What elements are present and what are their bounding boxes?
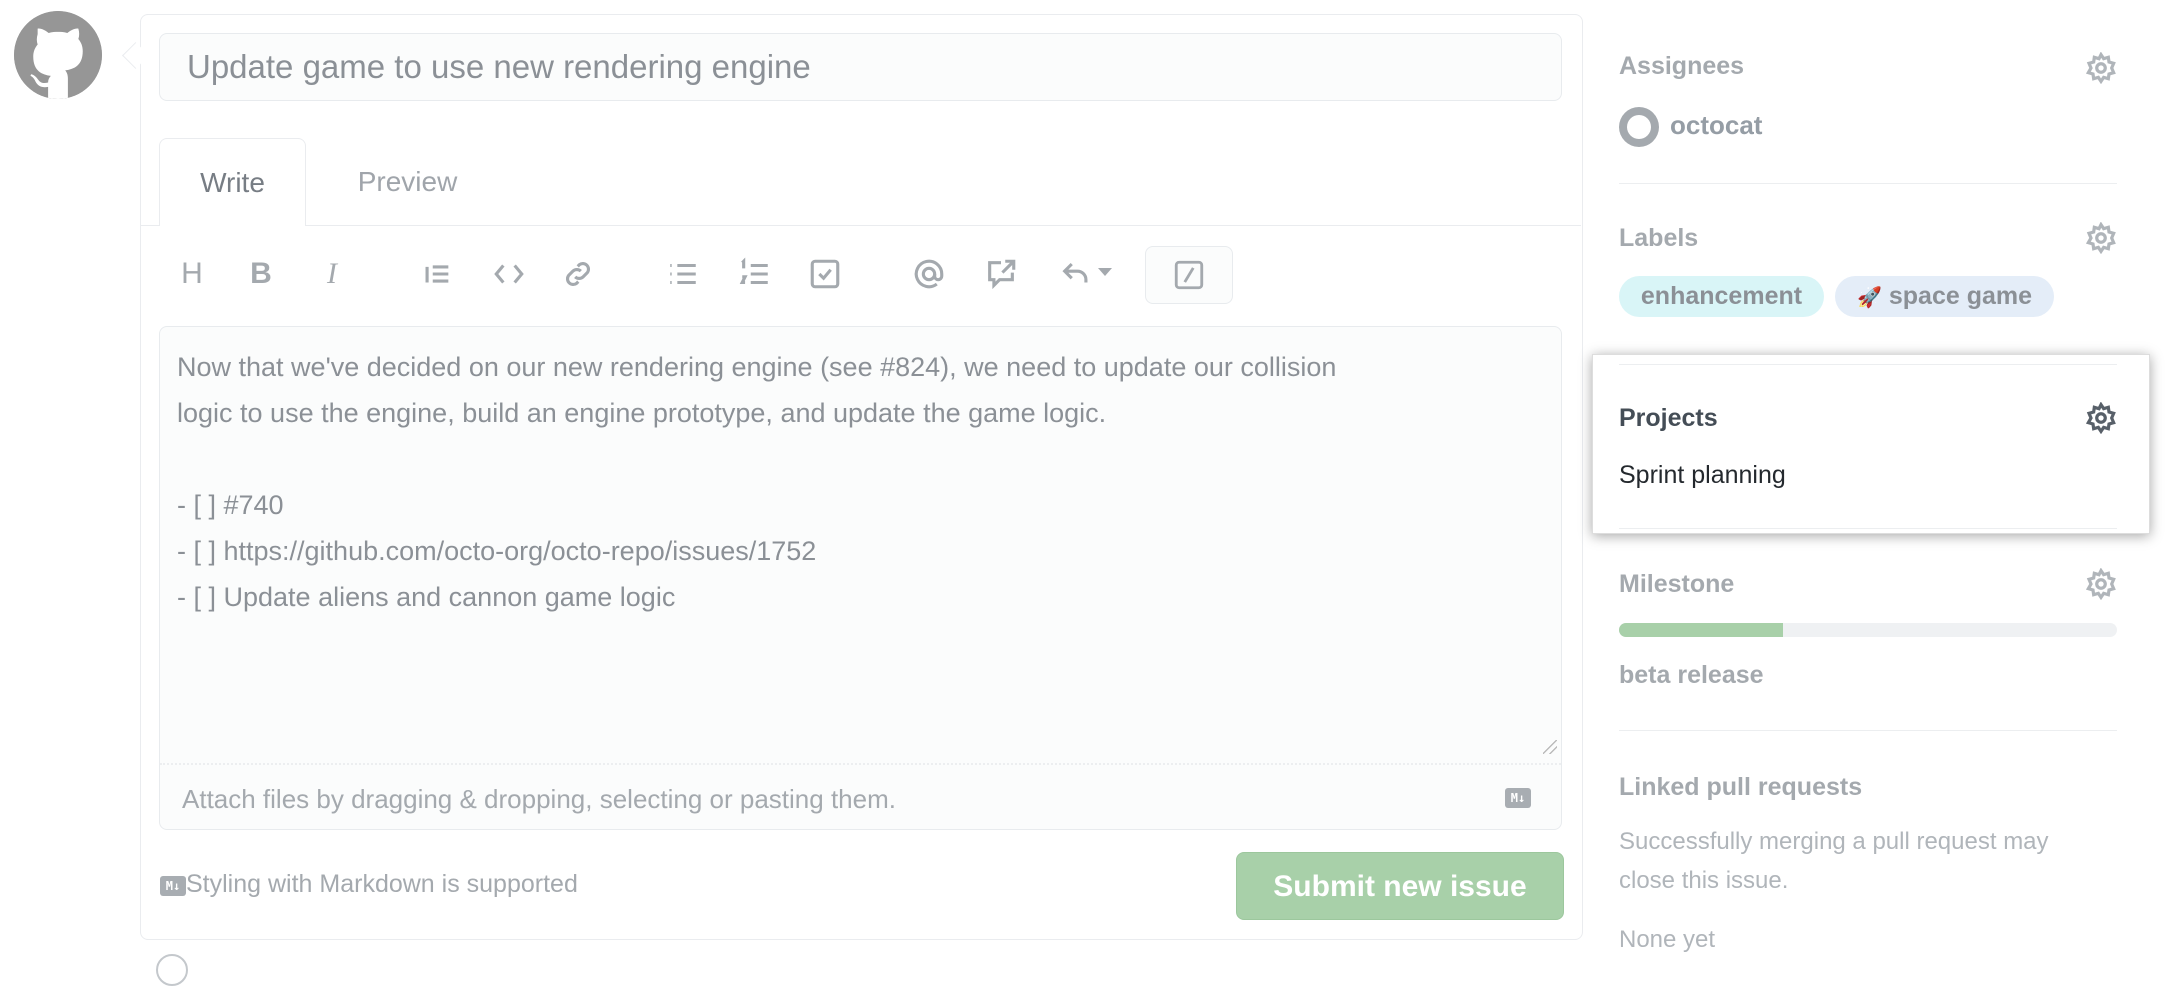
task-list-button[interactable]	[807, 256, 843, 292]
milestone-heading: Milestone	[1619, 570, 1735, 598]
submit-new-issue-button[interactable]: Submit new issue	[1236, 852, 1564, 920]
link-button[interactable]	[560, 256, 596, 292]
reply-icon	[1062, 262, 1088, 283]
linked-prs-value: None yet	[1619, 926, 1716, 953]
sidebar-divider	[1619, 183, 2117, 184]
heading-button[interactable]: H	[174, 256, 210, 292]
attach-divider	[160, 763, 1561, 765]
tab-write[interactable]: Write	[159, 138, 306, 226]
milestone-gear-icon[interactable]	[2085, 567, 2117, 601]
sidebar-divider	[1619, 364, 2117, 365]
body-text-line: - [ ] https://github.com/octo-org/octo-r…	[177, 536, 817, 566]
bold-button[interactable]: B	[243, 256, 279, 292]
info-icon	[156, 954, 188, 986]
bullet-list-icon	[670, 263, 696, 285]
mention-button[interactable]	[911, 256, 947, 292]
saved-replies-button[interactable]	[1058, 256, 1094, 292]
github-octocat-icon	[14, 11, 102, 99]
sidebar-divider	[1619, 730, 2117, 731]
quote-button[interactable]	[419, 256, 455, 292]
cross-reference-icon	[988, 259, 1016, 290]
body-text-line: - [ ] #740	[177, 490, 284, 520]
label-text: space game	[1888, 282, 2032, 310]
tab-preview[interactable]: Preview	[320, 138, 495, 226]
rocket-icon: 🚀	[1857, 287, 1882, 309]
resize-handle[interactable]	[1543, 740, 1557, 754]
projects-highlight-box	[1592, 354, 2150, 534]
project-sprint-planning[interactable]: Sprint planning	[1619, 461, 1786, 490]
user-avatar	[14, 11, 102, 99]
checkbox-icon	[810, 259, 840, 289]
milestone-progress-bar	[1619, 623, 2117, 637]
assignee-name[interactable]: octocat	[1670, 110, 1762, 141]
code-icon	[494, 264, 524, 284]
ordered-list-button[interactable]	[737, 256, 773, 292]
assignees-heading: Assignees	[1619, 52, 1745, 80]
issue-title-input[interactable]: Update game to use new rendering engine	[159, 33, 1562, 101]
linked-prs-description: Successfully merging a pull request may	[1619, 828, 2049, 855]
attach-files-hint[interactable]: Attach files by dragging & dropping, sel…	[182, 784, 896, 815]
italic-button[interactable]: I	[314, 256, 350, 292]
body-text-line: - [ ] Update aliens and cannon game logi…	[177, 582, 676, 612]
unordered-list-button[interactable]	[665, 256, 701, 292]
markdown-support-link[interactable]: Styling with Markdown is supported	[186, 870, 578, 899]
linked-prs-description: close this issue.	[1619, 867, 1789, 894]
quote-icon	[425, 265, 449, 283]
projects-gear-icon[interactable]	[2085, 401, 2117, 435]
link-icon	[565, 261, 591, 287]
body-text-line: logic to use the engine, build an engine…	[177, 398, 1107, 428]
markdown-icon: M↓	[160, 876, 186, 896]
labels-gear-icon[interactable]	[2085, 221, 2117, 255]
assignees-gear-icon[interactable]	[2085, 51, 2117, 85]
slash-commands-button[interactable]	[1145, 246, 1233, 304]
label-enhancement[interactable]: enhancement	[1619, 276, 1824, 317]
sidebar-divider	[1619, 528, 2117, 529]
chevron-down-icon[interactable]	[1098, 268, 1112, 276]
octocat-avatar	[1619, 107, 1659, 147]
at-sign-icon	[914, 259, 944, 289]
projects-heading: Projects	[1619, 404, 1718, 432]
numbered-list-icon	[739, 257, 768, 285]
milestone-progress-fill	[1619, 623, 1784, 637]
markdown-icon: M↓	[1505, 788, 1531, 808]
cross-reference-button[interactable]	[983, 256, 1019, 292]
milestone-name[interactable]: beta release	[1619, 661, 1764, 690]
labels-heading: Labels	[1619, 224, 1699, 252]
code-button[interactable]	[491, 256, 527, 292]
body-text-line: Now that we've decided on our new render…	[177, 352, 1337, 382]
slash-icon	[1174, 260, 1204, 290]
linked-prs-heading: Linked pull requests	[1619, 773, 1863, 801]
label-space-game[interactable]: 🚀 space game	[1835, 276, 2054, 317]
